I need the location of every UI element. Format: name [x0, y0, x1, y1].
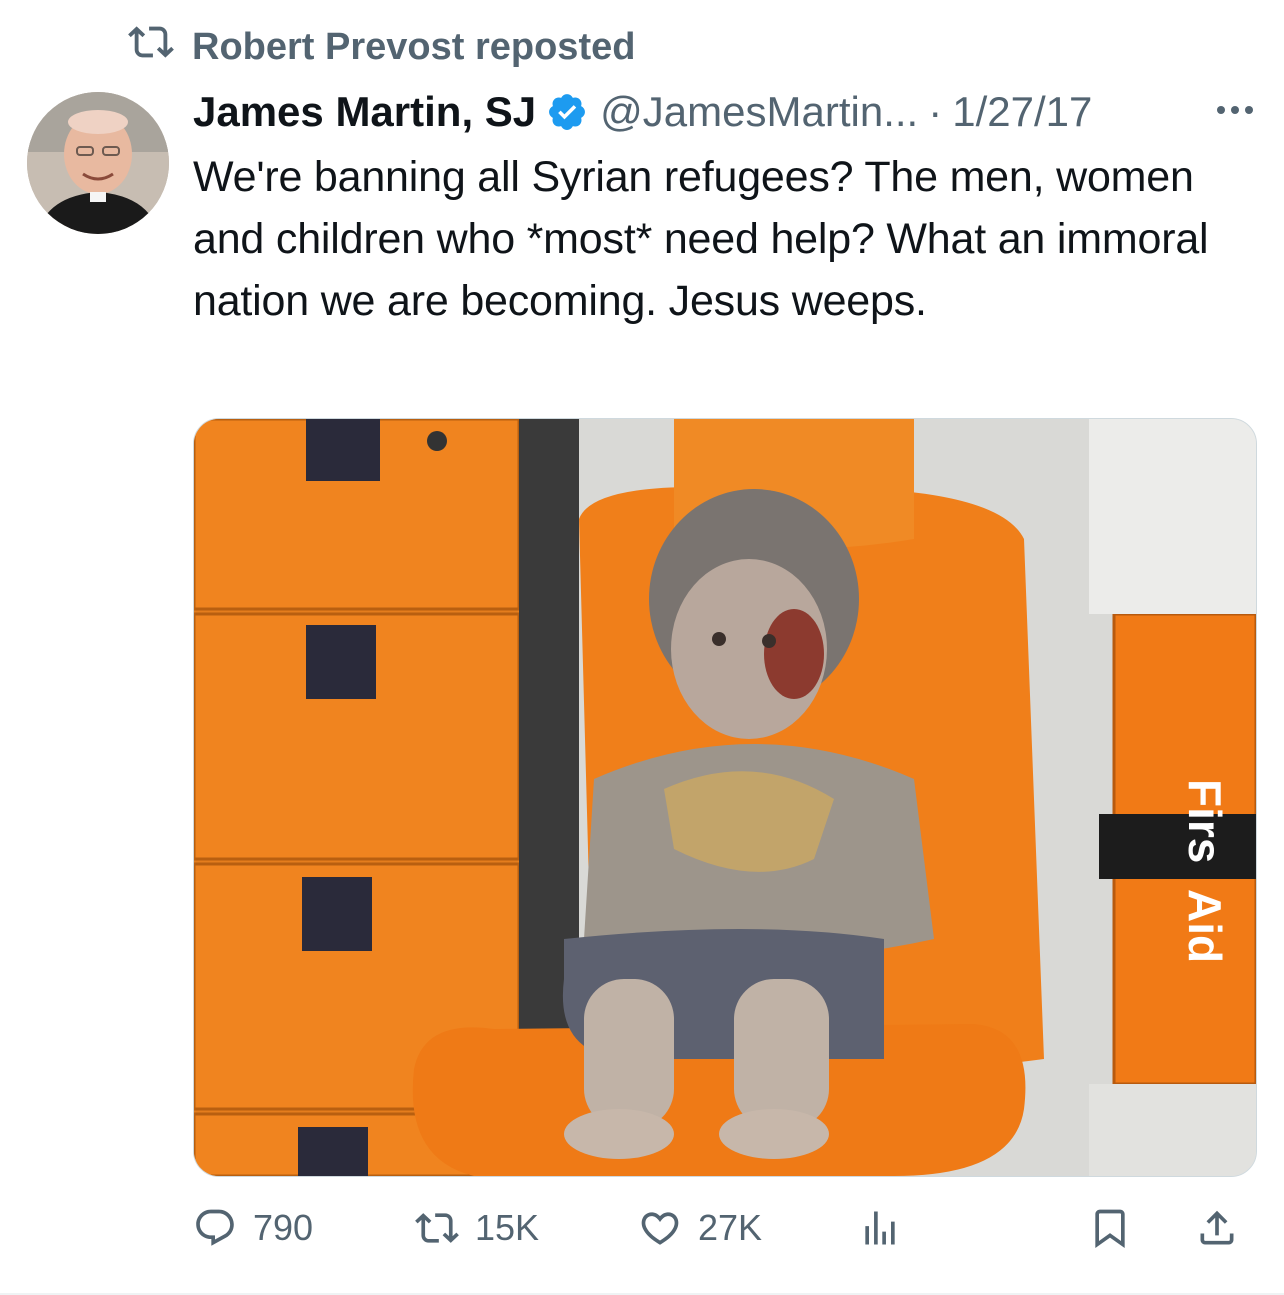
bookmark-button[interactable]	[1088, 1198, 1132, 1258]
like-button[interactable]: 27K	[638, 1198, 762, 1258]
repost-text: Robert Prevost reposted	[192, 25, 636, 68]
separator: ·	[928, 88, 943, 135]
verified-badge-icon	[549, 94, 586, 130]
heart-icon	[641, 1212, 679, 1245]
repost-icon	[128, 19, 174, 75]
tweet-header: James Martin, SJ @JamesMartin... · 1/27/…	[193, 84, 1263, 140]
like-count: 27K	[698, 1207, 763, 1248]
reply-count: 790	[253, 1207, 314, 1248]
tweet-date[interactable]: 1/27/17	[952, 88, 1092, 136]
tweet-text: We're banning all Syrian refugees? The m…	[193, 153, 1209, 325]
analytics-icon	[865, 1211, 895, 1245]
author-handle[interactable]: @JamesMartin...	[600, 88, 918, 136]
tweet-media[interactable]: Firs Aid	[193, 418, 1257, 1177]
reply-icon	[196, 1209, 234, 1246]
share-icon	[1200, 1210, 1234, 1245]
avatar[interactable]	[27, 92, 169, 234]
repost-icon	[415, 1213, 459, 1243]
repost-indicator[interactable]: Robert Prevost reposted	[128, 22, 635, 72]
photo-image: Firs Aid	[194, 419, 1256, 1176]
reply-button[interactable]: 790	[193, 1198, 313, 1258]
sign-text-top: Firs	[1179, 779, 1231, 863]
bookmark-icon	[1095, 1209, 1125, 1249]
action-bar: 790 15K 27K	[193, 1198, 1255, 1258]
views-button[interactable]	[858, 1198, 902, 1258]
repost-button[interactable]: 15K	[415, 1198, 539, 1258]
author-name[interactable]: James Martin, SJ	[193, 88, 536, 136]
share-button[interactable]	[1195, 1198, 1239, 1258]
repost-count: 15K	[475, 1207, 540, 1248]
more-icon[interactable]	[1203, 90, 1263, 130]
sign-text-bottom: Aid	[1179, 889, 1231, 963]
